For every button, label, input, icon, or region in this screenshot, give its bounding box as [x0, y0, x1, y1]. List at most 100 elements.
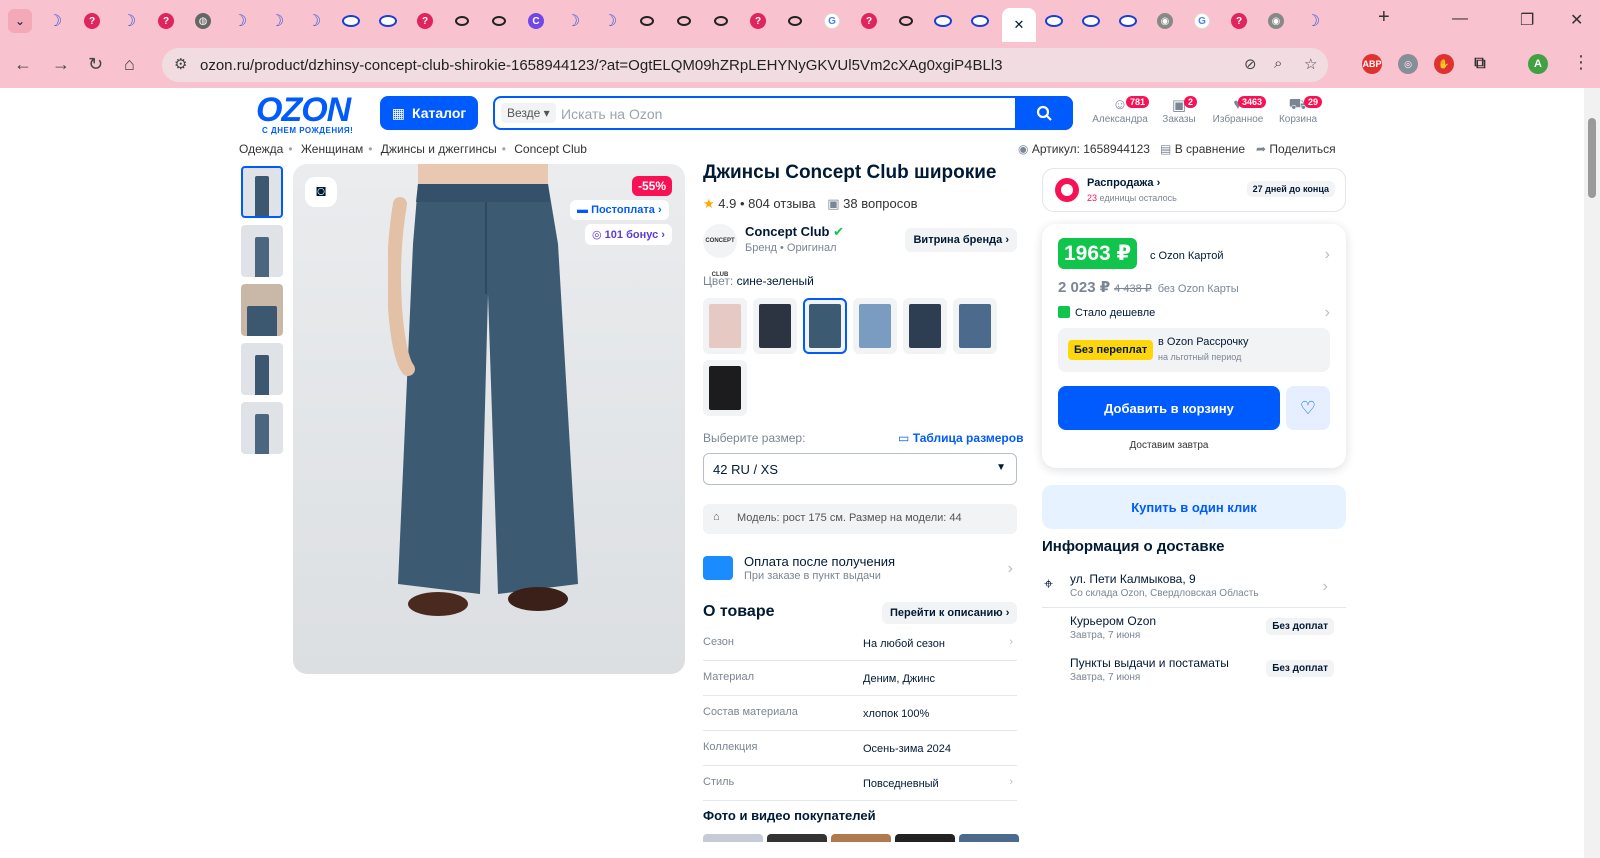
spec-row[interactable]: Стиль Повседневный ›	[703, 766, 1017, 801]
postpay-badge[interactable]: ▬ Постоплата ›	[570, 200, 669, 220]
browser-tab[interactable]: C	[521, 8, 551, 34]
close-window-icon[interactable]: ✕	[1570, 10, 1583, 30]
browser-tab[interactable]: ?	[151, 8, 181, 34]
browser-tab[interactable]: ☽	[1298, 8, 1328, 34]
breadcrumb-item[interactable]: Женщинам	[301, 142, 363, 156]
back-icon[interactable]: ←	[14, 54, 32, 75]
address-bar[interactable]: ⚙ ozon.ru/product/dzhinsy-concept-club-s…	[162, 48, 1328, 82]
browser-tab[interactable]: ?	[77, 8, 107, 34]
browser-tab[interactable]: ☽	[595, 8, 625, 34]
profile-avatar[interactable]: A	[1528, 54, 1548, 74]
bookmark-star-icon[interactable]: ☆	[1304, 55, 1317, 73]
browser-menu-icon[interactable]: ⋮	[1572, 52, 1590, 73]
gallery-thumbnail[interactable]	[241, 284, 283, 336]
browser-tab[interactable]: ◉	[1150, 8, 1180, 34]
zoom-icon[interactable]: ⌕	[1274, 55, 1282, 72]
gallery-thumbnail[interactable]	[241, 225, 283, 277]
browser-tab[interactable]	[891, 8, 921, 34]
header-orders-button[interactable]: ▣ 2 Заказы	[1150, 96, 1208, 125]
buy-one-click-button[interactable]: Купить в один клик	[1042, 485, 1346, 529]
browser-tab[interactable]	[928, 8, 958, 34]
browser-tab[interactable]: G	[1187, 8, 1217, 34]
go-to-description-button[interactable]: Перейти к описанию ›	[882, 602, 1018, 624]
installment-offer[interactable]: Без переплат в Ozon Рассрочку на льготны…	[1058, 328, 1330, 372]
browser-tab[interactable]	[706, 8, 736, 34]
browser-tab[interactable]: ?	[854, 8, 884, 34]
browser-tab[interactable]	[632, 8, 662, 34]
restore-icon[interactable]: ❐	[1520, 10, 1534, 30]
active-tab[interactable]: ✕	[1002, 8, 1036, 42]
customer-photo[interactable]	[895, 834, 955, 842]
breadcrumb-item[interactable]: Джинсы и джеггинсы	[381, 142, 497, 156]
size-table-link[interactable]: ▭ Таблица размеров	[898, 431, 1023, 445]
customer-photo[interactable]	[703, 834, 763, 842]
adblock-extension-icon[interactable]: ABP	[1362, 54, 1382, 74]
scrollbar-thumb[interactable]	[1588, 118, 1596, 198]
forward-icon[interactable]: →	[52, 54, 70, 75]
minimize-icon[interactable]: —	[1452, 10, 1468, 28]
customer-photo[interactable]	[959, 834, 1019, 842]
reload-icon[interactable]: ↻	[88, 54, 103, 75]
image-search-button[interactable]: ◙	[305, 177, 337, 207]
sale-promo-card[interactable]: Распродажа › 23 единицы осталось 27 дней…	[1042, 168, 1346, 212]
browser-tab[interactable]: ☽	[114, 8, 144, 34]
gallery-thumbnail[interactable]	[241, 402, 283, 454]
extensions-puzzle-icon[interactable]: ⧉	[1470, 54, 1490, 74]
browser-tab[interactable]: ◍	[188, 8, 218, 34]
ozon-logo[interactable]: OZON С ДНЕМ РОЖДЕНИЯ!	[256, 93, 368, 135]
browser-tab[interactable]	[447, 8, 477, 34]
browser-tab[interactable]	[965, 8, 995, 34]
gallery-thumbnail[interactable]	[241, 343, 283, 395]
color-swatch[interactable]	[703, 298, 747, 354]
browser-tab[interactable]	[336, 8, 366, 34]
stop-hand-extension-icon[interactable]: ✋	[1434, 54, 1454, 74]
browser-tab[interactable]	[780, 8, 810, 34]
brand-row[interactable]: CONCEPT CLUB Concept Club ✔ Бренд • Ориг…	[703, 222, 1017, 278]
header-cart-button[interactable]: ⛟ 29 Корзина	[1268, 96, 1328, 125]
color-swatch[interactable]	[953, 298, 997, 354]
browser-tab[interactable]: ☽	[225, 8, 255, 34]
browser-tab[interactable]: ☽	[40, 8, 70, 34]
browser-tab[interactable]	[669, 8, 699, 34]
color-swatch[interactable]	[703, 360, 747, 416]
new-tab-button[interactable]: +	[1378, 6, 1390, 29]
browser-tab[interactable]	[484, 8, 514, 34]
home-icon[interactable]: ⌂	[124, 54, 135, 75]
browser-tab[interactable]	[1076, 8, 1106, 34]
search-button[interactable]	[1015, 96, 1073, 130]
color-swatch[interactable]	[853, 298, 897, 354]
header-favorites-button[interactable]: ♥ 3463 Избранное	[1208, 96, 1268, 125]
breadcrumb-item[interactable]: Concept Club	[514, 142, 587, 156]
eye-off-icon[interactable]: ⊘	[1244, 55, 1257, 73]
browser-tab[interactable]: ?	[1224, 8, 1254, 34]
page-scrollbar[interactable]	[1584, 88, 1600, 858]
add-to-favorites-button[interactable]: ♡	[1286, 386, 1330, 430]
browser-tab[interactable]: ☽	[262, 8, 292, 34]
gallery-thumbnail[interactable]	[241, 166, 283, 218]
share-button[interactable]: ➦ Поделиться	[1256, 142, 1336, 156]
browser-tab[interactable]	[373, 8, 403, 34]
header-profile-button[interactable]: ☺ 781 Александра	[1090, 96, 1150, 125]
pay-after-delivery[interactable]: Оплата после получения При заказе в пунк…	[703, 548, 1017, 590]
add-to-cart-button[interactable]: Добавить в корзину	[1058, 386, 1280, 430]
search-input[interactable]: Искать на Ozon	[561, 106, 662, 122]
catalog-button[interactable]: ▦ Каталог	[380, 96, 478, 130]
size-select[interactable]: 42 RU / XS ▼	[703, 453, 1017, 485]
url-text[interactable]: ozon.ru/product/dzhinsy-concept-club-shi…	[200, 57, 1003, 74]
browser-tab[interactable]: ?	[410, 8, 440, 34]
rating-row[interactable]: ★ 4.9 • 804 отзыва ▣ 38 вопросов	[703, 196, 918, 212]
browser-tab[interactable]: ◉	[1261, 8, 1291, 34]
price-dropped-notice[interactable]: Стало дешевле	[1058, 306, 1155, 319]
tab-search-button[interactable]: ⌄	[8, 9, 32, 33]
delivery-address[interactable]: ⌖ ул. Пети Калмыкова, 9 Со склада Ozon, …	[1042, 566, 1346, 608]
ozon-card-price[interactable]: 1963 ₽	[1058, 238, 1138, 269]
browser-tab[interactable]	[1113, 8, 1143, 34]
article-number[interactable]: ◉ Артикул: 1658944123	[1018, 142, 1150, 156]
breadcrumb-item[interactable]: Одежда	[239, 142, 283, 156]
site-info-icon[interactable]: ⚙	[174, 55, 187, 73]
chevron-right-icon[interactable]: ›	[1325, 246, 1330, 264]
compare-button[interactable]: ▤ В сравнение	[1160, 142, 1245, 156]
browser-tab[interactable]: ?	[743, 8, 773, 34]
browser-tab[interactable]: ☽	[299, 8, 329, 34]
close-tab-icon[interactable]: ✕	[1014, 17, 1025, 33]
